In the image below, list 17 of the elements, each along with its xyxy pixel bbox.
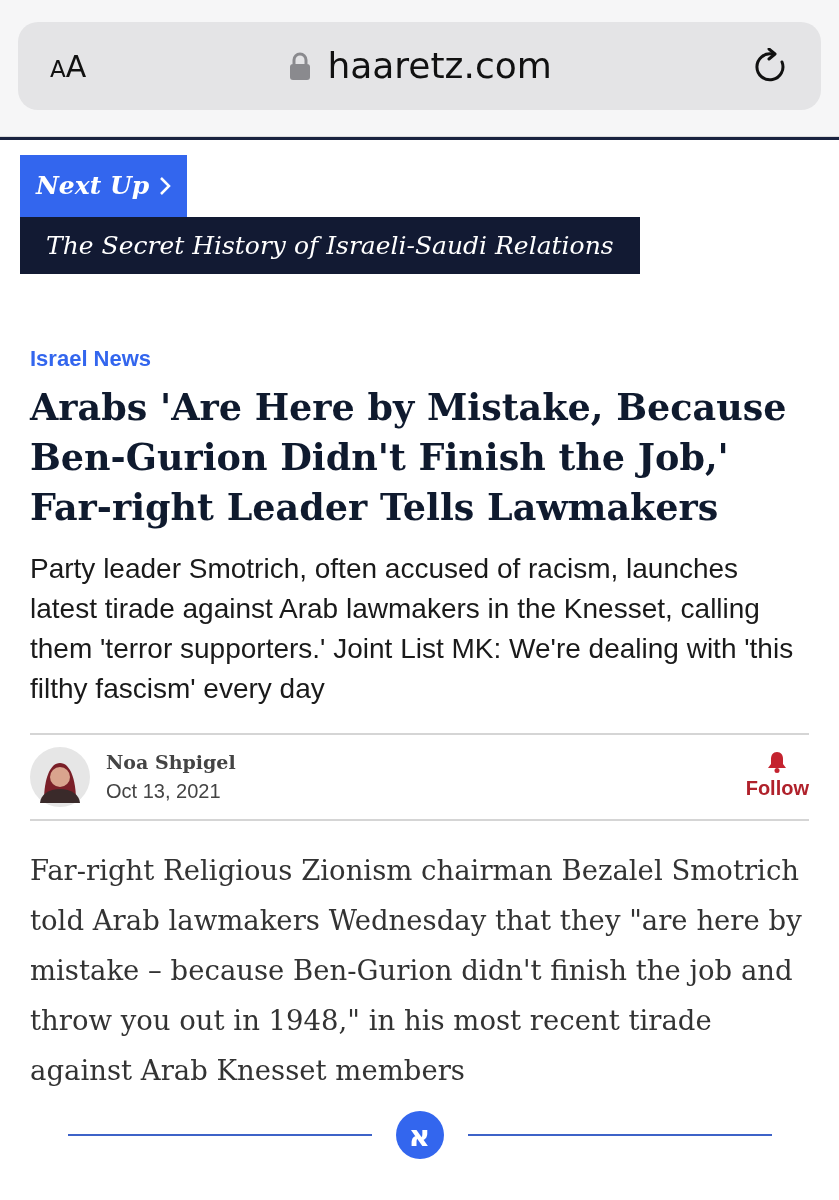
subtitle: Party leader Smotrich, often accused of racism, launches latest tirade against Arab lawmakers in the Knesset, calling them 'terror supporters.' Joint List MK: We're dealing with 'this filthy fascism' every day [30,552,795,706]
next-up-link[interactable]: The Secret History of Israeli-Saudi Relations [20,216,640,274]
lock-icon [289,52,312,80]
article-body: Far-right Religious Zionism chairman Bezalel Smotrich told Arab lawmakers Wednesday that they "are here by mistake – because Ben-Gurion didn't finish the job and throw you out in 1948," in his most recent tirade against Arab Knesset members [30,853,803,1088]
author-name[interactable]: Noa Shpigel [106,747,746,777]
publish-date: Oct 13, 2021 [106,779,222,805]
headline: Arabs 'Are Here by Mistake, Because Ben-Gurion Didn't Finish the Job,' Far-right Leader Tells Lawmakers [30,385,788,531]
category-link[interactable]: Israel News [30,346,152,371]
next-up-label[interactable]: Next Up [20,155,188,217]
url-text: haaretz.com [327,44,552,88]
address-bar[interactable]: AA haaretz.com [18,22,821,110]
text-size-button[interactable]: AA [50,43,87,89]
chevron-icon [159,175,172,196]
author-avatar [30,747,90,807]
follow-button[interactable]: Follow [745,751,809,803]
bell-icon [767,751,788,773]
site-logo[interactable]: א [395,1111,444,1159]
